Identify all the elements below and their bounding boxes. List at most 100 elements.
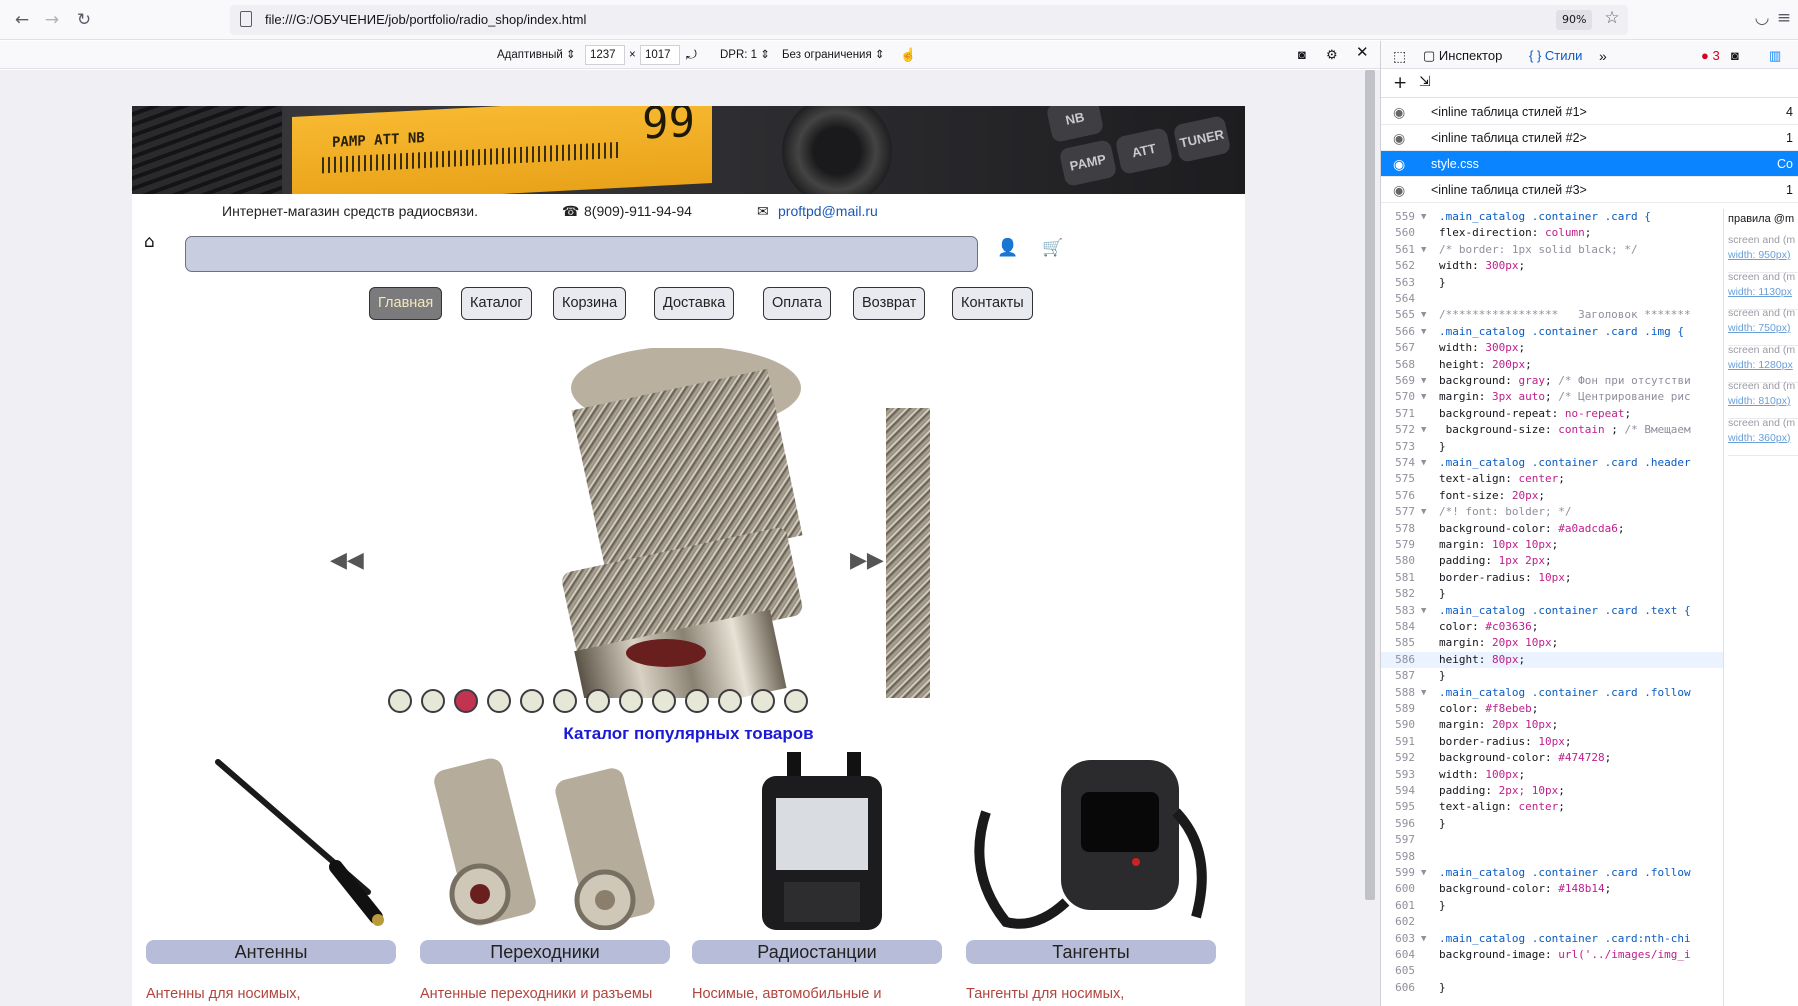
code-line[interactable]: 576 font-size: 20px; [1381,488,1723,504]
media-rule-width[interactable]: width: 750px) [1728,321,1798,336]
code-line[interactable]: 582} [1381,586,1723,602]
fold-chevron-icon[interactable]: ▼ [1421,373,1426,389]
fold-chevron-icon[interactable]: ▼ [1421,455,1426,471]
code-line[interactable]: 579 margin: 10px 10px; [1381,537,1723,553]
viewport-width-input[interactable]: 1237 [585,45,625,65]
code-line[interactable]: 570 ▼ margin: 3px auto; /* Центрирование р… [1381,389,1723,405]
media-rule-width[interactable]: width: 950px) [1728,248,1798,263]
throttle-select[interactable]: Без ограничения ⇕ [782,47,885,63]
code-line[interactable]: 565 ▼ /***************** Заголовок ******* [1381,307,1723,323]
error-count[interactable]: ● 3 [1701,48,1720,64]
pocket-icon[interactable]: ◡ [1750,6,1774,30]
slider-dot[interactable] [520,689,544,713]
code-line[interactable]: 581 border-radius: 10px; [1381,570,1723,586]
css-code-editor[interactable]: 559 ▼ .main_catalog .container .card {560 f… [1381,209,1723,1006]
fold-chevron-icon[interactable]: ▼ [1421,209,1426,225]
code-line[interactable]: 599 ▼ .main_catalog .container .card .foll… [1381,865,1723,881]
slider-prev-button[interactable]: ◀◀ [330,548,364,573]
code-line[interactable]: 580 padding: 1px 2px; [1381,553,1723,569]
fold-chevron-icon[interactable]: ▼ [1421,422,1426,438]
code-line[interactable]: 588 ▼ .main_catalog .container .card .foll… [1381,685,1723,701]
slider-dot[interactable] [718,689,742,713]
media-rule[interactable]: screen and (m width: 1130px [1728,270,1798,310]
more-tabs-icon[interactable]: » [1599,48,1607,64]
fold-chevron-icon[interactable]: ▼ [1421,865,1426,881]
reload-icon[interactable]: ↻ [72,8,96,32]
code-line[interactable]: 587} [1381,668,1723,684]
eye-icon[interactable]: ◉ [1393,177,1413,203]
code-line[interactable]: 584 color: #c03636; [1381,619,1723,635]
screenshot-icon[interactable]: ◙ [1731,48,1739,64]
device-preset-select[interactable]: Адаптивный ⇕ [497,47,576,63]
code-line[interactable]: 603 ▼ .main_catalog .container .card:nth-c… [1381,931,1723,947]
menu-item-return[interactable]: Возврат [853,287,926,320]
code-line[interactable]: 585 margin: 20px 10px; [1381,635,1723,651]
code-line[interactable]: 571 background-repeat: no-repeat; [1381,406,1723,422]
catalog-card-radios[interactable]: Радиостанции Носимые, автомобильные и ба… [692,752,942,1006]
fold-chevron-icon[interactable]: ▼ [1421,307,1426,323]
new-stylesheet-icon[interactable]: + [1393,73,1407,93]
code-line[interactable]: 597 [1381,832,1723,848]
code-line[interactable]: 595 text-align: center; [1381,799,1723,815]
code-line[interactable]: 566 ▼ .main_catalog .container .card .img … [1381,324,1723,340]
stylesheet-item[interactable]: ◉ style.css Co [1381,151,1798,177]
media-rule-width[interactable]: width: 810px) [1728,394,1798,409]
slider-dot[interactable] [388,689,412,713]
tab-styles[interactable]: { } Стили [1529,48,1582,64]
slider-dot[interactable] [751,689,775,713]
code-line[interactable]: 567 width: 300px; [1381,340,1723,356]
media-rule[interactable]: screen and (m width: 950px) [1728,233,1798,273]
catalog-card-speakers[interactable]: Тангенты Тангенты для носимых, автомобил… [966,752,1216,1006]
settings-gear-icon[interactable]: ⚙ [1326,47,1338,63]
code-line[interactable]: 606} [1381,980,1723,996]
menu-item-contacts[interactable]: Контакты [952,287,1033,320]
dock-icon[interactable]: ▥ [1769,48,1781,64]
code-line[interactable]: 583 ▼ .main_catalog .container .card .text… [1381,603,1723,619]
slider-dot[interactable] [685,689,709,713]
tab-inspector[interactable]: ▢ Инспектор [1423,48,1502,64]
zoom-level[interactable]: 90% [1556,10,1593,30]
code-line[interactable]: 592 background-color: #474728; [1381,750,1723,766]
code-line[interactable]: 593 width: 100px; [1381,767,1723,783]
menu-icon[interactable]: ≡ [1772,6,1796,30]
code-line[interactable]: 577 ▼ /*! font: bolder; */ [1381,504,1723,520]
code-line[interactable]: 602 [1381,914,1723,930]
bookmark-star-icon[interactable]: ☆ [1600,6,1624,30]
touch-simulation-icon[interactable]: ☝ [900,47,916,63]
fold-chevron-icon[interactable]: ▼ [1421,685,1426,701]
code-line[interactable]: 594 padding: 2px; 10px; [1381,783,1723,799]
media-rule-width[interactable]: width: 360px) [1728,431,1798,446]
slider-next-button[interactable]: ▶▶ [850,548,884,573]
rotate-icon[interactable]: ⤾ [686,47,697,63]
fold-chevron-icon[interactable]: ▼ [1421,389,1426,405]
shop-email-link[interactable]: proftpd@mail.ru [778,202,878,220]
media-rule-width[interactable]: width: 1280px [1728,358,1798,373]
code-line[interactable]: 586 height: 80px; [1381,651,1723,669]
slider-dot[interactable] [619,689,643,713]
slider-dot[interactable] [454,689,478,713]
fold-chevron-icon[interactable]: ▼ [1421,931,1426,947]
close-rdm-icon[interactable]: ✕ [1356,45,1369,61]
code-line[interactable]: 574 ▼ .main_catalog .container .card .head… [1381,455,1723,471]
catalog-card-antennas[interactable]: Антенны Антенны для носимых, автомобильн… [146,752,396,1006]
code-line[interactable]: 590 margin: 20px 10px; [1381,717,1723,733]
menu-item-delivery[interactable]: Доставка [654,287,735,320]
home-icon[interactable]: ⌂ [144,232,155,252]
media-rule[interactable]: screen and (m width: 810px) [1728,379,1798,419]
search-input[interactable] [185,236,978,272]
code-line[interactable]: 600 background-color: #148b14; [1381,881,1723,897]
slider-dot[interactable] [652,689,676,713]
code-line[interactable]: 578 background-color: #a0adcda6; [1381,521,1723,537]
code-line[interactable]: 562 width: 300px; [1381,258,1723,274]
code-line[interactable]: 561 ▼ /* border: 1px solid black; */ [1381,242,1723,258]
fold-chevron-icon[interactable]: ▼ [1421,504,1426,520]
screenshot-icon[interactable]: ◙ [1298,47,1306,63]
slider-dot[interactable] [784,689,808,713]
code-line[interactable]: 568 height: 200px; [1381,357,1723,373]
code-line[interactable]: 604 background-image: url('../images/img_… [1381,947,1723,963]
code-line[interactable]: 589 color: #f8ebeb; [1381,701,1723,717]
media-rule[interactable]: screen and (m width: 750px) [1728,306,1798,346]
code-line[interactable]: 605 [1381,963,1723,979]
menu-item-payment[interactable]: Оплата [763,287,831,320]
eye-icon[interactable]: ◉ [1393,99,1413,125]
